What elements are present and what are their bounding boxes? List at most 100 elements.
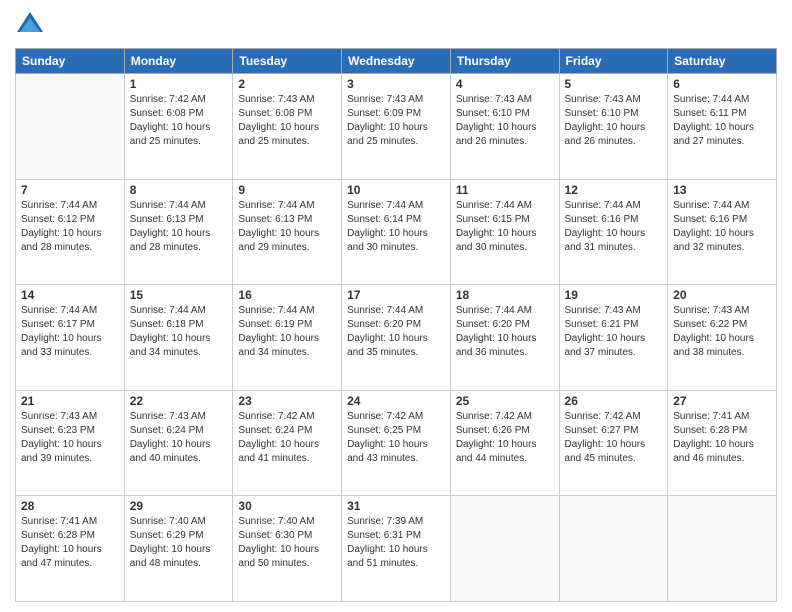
calendar-day-cell: 20Sunrise: 7:43 AM Sunset: 6:22 PM Dayli…	[668, 285, 777, 391]
day-number: 19	[565, 288, 663, 302]
calendar-day-cell: 29 Sunrise: 7:40 AM Sunset: 6:29 PM Dayli…	[124, 496, 233, 602]
calendar-header-row: SundayMondayTuesdayWednesdayThursdayFrid…	[16, 49, 777, 74]
calendar-day-cell: 19Sunrise: 7:43 AM Sunset: 6:21 PM Dayli…	[559, 285, 668, 391]
calendar-day-cell: 26 Sunrise: 7:42 AM Sunset: 6:27 PM Dayli…	[559, 390, 668, 496]
calendar-day-cell: 11 Sunrise: 7:44 AM Sunset: 6:15 PM Dayli…	[450, 179, 559, 285]
calendar-day-cell	[668, 496, 777, 602]
day-number: 4	[456, 77, 554, 91]
day-number: 21	[21, 394, 119, 408]
calendar-day-cell	[559, 496, 668, 602]
day-info: Sunrise: 7:43 AM Sunset: 6:23 PM Dayligh…	[21, 410, 119, 466]
day-info: Sunrise: 7:42 AM Sunset: 6:25 PM Dayligh…	[347, 410, 445, 466]
day-info: Sunrise: 7:42 AM Sunset: 6:26 PM Dayligh…	[456, 410, 554, 466]
day-number: 18	[456, 288, 554, 302]
calendar-day-cell: 7 Sunrise: 7:44 AM Sunset: 6:12 PM Daylig…	[16, 179, 125, 285]
calendar-day-cell: 25 Sunrise: 7:42 AM Sunset: 6:26 PM Dayli…	[450, 390, 559, 496]
day-number: 28	[21, 499, 119, 513]
calendar-week-row: 7 Sunrise: 7:44 AM Sunset: 6:12 PM Daylig…	[16, 179, 777, 285]
calendar-week-row: 28Sunrise: 7:41 AM Sunset: 6:28 PM Dayli…	[16, 496, 777, 602]
day-number: 26	[565, 394, 663, 408]
day-info: Sunrise: 7:43 AM Sunset: 6:10 PM Dayligh…	[565, 93, 663, 149]
calendar-day-cell: 6 Sunrise: 7:44 AM Sunset: 6:11 PM Daylig…	[668, 74, 777, 180]
calendar-day-cell: 13 Sunrise: 7:44 AM Sunset: 6:16 PM Dayli…	[668, 179, 777, 285]
day-of-week-header: Sunday	[16, 49, 125, 74]
day-info: Sunrise: 7:43 AM Sunset: 6:22 PM Dayligh…	[673, 304, 771, 360]
day-number: 9	[238, 183, 336, 197]
header	[15, 10, 777, 40]
day-info: Sunrise: 7:40 AM Sunset: 6:29 PM Dayligh…	[130, 515, 228, 571]
calendar-day-cell	[16, 74, 125, 180]
day-info: Sunrise: 7:44 AM Sunset: 6:13 PM Dayligh…	[238, 199, 336, 255]
calendar-day-cell: 23Sunrise: 7:42 AM Sunset: 6:24 PM Dayli…	[233, 390, 342, 496]
calendar-day-cell: 28Sunrise: 7:41 AM Sunset: 6:28 PM Dayli…	[16, 496, 125, 602]
day-number: 25	[456, 394, 554, 408]
calendar-day-cell: 8Sunrise: 7:44 AM Sunset: 6:13 PM Daylig…	[124, 179, 233, 285]
day-number: 16	[238, 288, 336, 302]
day-of-week-header: Monday	[124, 49, 233, 74]
day-info: Sunrise: 7:44 AM Sunset: 6:16 PM Dayligh…	[565, 199, 663, 255]
calendar-week-row: 1 Sunrise: 7:42 AM Sunset: 6:08 PM Daylig…	[16, 74, 777, 180]
day-info: Sunrise: 7:42 AM Sunset: 6:27 PM Dayligh…	[565, 410, 663, 466]
day-info: Sunrise: 7:43 AM Sunset: 6:08 PM Dayligh…	[238, 93, 336, 149]
day-info: Sunrise: 7:43 AM Sunset: 6:24 PM Dayligh…	[130, 410, 228, 466]
day-info: Sunrise: 7:44 AM Sunset: 6:18 PM Dayligh…	[130, 304, 228, 360]
day-info: Sunrise: 7:39 AM Sunset: 6:31 PM Dayligh…	[347, 515, 445, 571]
logo	[15, 10, 49, 40]
calendar-week-row: 21 Sunrise: 7:43 AM Sunset: 6:23 PM Dayli…	[16, 390, 777, 496]
day-number: 2	[238, 77, 336, 91]
calendar-day-cell: 5 Sunrise: 7:43 AM Sunset: 6:10 PM Daylig…	[559, 74, 668, 180]
calendar-day-cell: 22Sunrise: 7:43 AM Sunset: 6:24 PM Dayli…	[124, 390, 233, 496]
day-number: 5	[565, 77, 663, 91]
calendar-day-cell: 3Sunrise: 7:43 AM Sunset: 6:09 PM Daylig…	[342, 74, 451, 180]
calendar-day-cell: 18 Sunrise: 7:44 AM Sunset: 6:20 PM Dayli…	[450, 285, 559, 391]
day-number: 24	[347, 394, 445, 408]
day-number: 10	[347, 183, 445, 197]
calendar-day-cell: 4 Sunrise: 7:43 AM Sunset: 6:10 PM Daylig…	[450, 74, 559, 180]
calendar-day-cell: 31 Sunrise: 7:39 AM Sunset: 6:31 PM Dayli…	[342, 496, 451, 602]
calendar-day-cell	[450, 496, 559, 602]
day-info: Sunrise: 7:44 AM Sunset: 6:20 PM Dayligh…	[456, 304, 554, 360]
page: SundayMondayTuesdayWednesdayThursdayFrid…	[0, 0, 792, 612]
day-info: Sunrise: 7:42 AM Sunset: 6:24 PM Dayligh…	[238, 410, 336, 466]
calendar-day-cell: 1 Sunrise: 7:42 AM Sunset: 6:08 PM Daylig…	[124, 74, 233, 180]
calendar-day-cell: 9 Sunrise: 7:44 AM Sunset: 6:13 PM Daylig…	[233, 179, 342, 285]
day-info: Sunrise: 7:44 AM Sunset: 6:20 PM Dayligh…	[347, 304, 445, 360]
day-info: Sunrise: 7:44 AM Sunset: 6:17 PM Dayligh…	[21, 304, 119, 360]
day-number: 6	[673, 77, 771, 91]
day-number: 31	[347, 499, 445, 513]
day-info: Sunrise: 7:44 AM Sunset: 6:19 PM Dayligh…	[238, 304, 336, 360]
day-number: 8	[130, 183, 228, 197]
calendar-day-cell: 27Sunrise: 7:41 AM Sunset: 6:28 PM Dayli…	[668, 390, 777, 496]
day-number: 17	[347, 288, 445, 302]
day-of-week-header: Friday	[559, 49, 668, 74]
calendar-day-cell: 21 Sunrise: 7:43 AM Sunset: 6:23 PM Dayli…	[16, 390, 125, 496]
day-of-week-header: Saturday	[668, 49, 777, 74]
day-number: 11	[456, 183, 554, 197]
day-number: 30	[238, 499, 336, 513]
day-number: 13	[673, 183, 771, 197]
day-info: Sunrise: 7:42 AM Sunset: 6:08 PM Dayligh…	[130, 93, 228, 149]
calendar-day-cell: 30 Sunrise: 7:40 AM Sunset: 6:30 PM Dayli…	[233, 496, 342, 602]
day-number: 7	[21, 183, 119, 197]
calendar-day-cell: 16 Sunrise: 7:44 AM Sunset: 6:19 PM Dayli…	[233, 285, 342, 391]
day-info: Sunrise: 7:44 AM Sunset: 6:11 PM Dayligh…	[673, 93, 771, 149]
calendar-day-cell: 2 Sunrise: 7:43 AM Sunset: 6:08 PM Daylig…	[233, 74, 342, 180]
calendar-day-cell: 14 Sunrise: 7:44 AM Sunset: 6:17 PM Dayli…	[16, 285, 125, 391]
calendar-week-row: 14 Sunrise: 7:44 AM Sunset: 6:17 PM Dayli…	[16, 285, 777, 391]
day-info: Sunrise: 7:44 AM Sunset: 6:16 PM Dayligh…	[673, 199, 771, 255]
calendar-table: SundayMondayTuesdayWednesdayThursdayFrid…	[15, 48, 777, 602]
day-info: Sunrise: 7:43 AM Sunset: 6:10 PM Dayligh…	[456, 93, 554, 149]
day-number: 3	[347, 77, 445, 91]
calendar-day-cell: 17 Sunrise: 7:44 AM Sunset: 6:20 PM Dayli…	[342, 285, 451, 391]
day-number: 29	[130, 499, 228, 513]
day-info: Sunrise: 7:40 AM Sunset: 6:30 PM Dayligh…	[238, 515, 336, 571]
day-number: 1	[130, 77, 228, 91]
day-info: Sunrise: 7:41 AM Sunset: 6:28 PM Dayligh…	[673, 410, 771, 466]
calendar-day-cell: 24 Sunrise: 7:42 AM Sunset: 6:25 PM Dayli…	[342, 390, 451, 496]
day-number: 15	[130, 288, 228, 302]
day-info: Sunrise: 7:44 AM Sunset: 6:12 PM Dayligh…	[21, 199, 119, 255]
calendar-day-cell: 10Sunrise: 7:44 AM Sunset: 6:14 PM Dayli…	[342, 179, 451, 285]
day-of-week-header: Tuesday	[233, 49, 342, 74]
day-number: 14	[21, 288, 119, 302]
day-info: Sunrise: 7:44 AM Sunset: 6:15 PM Dayligh…	[456, 199, 554, 255]
